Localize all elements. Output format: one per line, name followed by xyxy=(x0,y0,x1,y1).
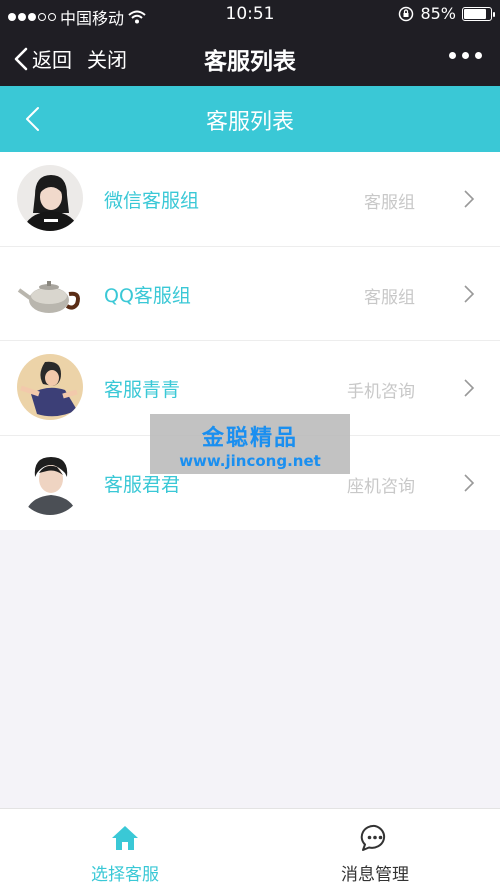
app-header: 客服列表 xyxy=(0,86,500,152)
chevron-right-icon xyxy=(464,473,475,492)
avatar xyxy=(17,448,83,515)
tab-select-service[interactable]: 选择客服 xyxy=(0,809,250,890)
list-item[interactable]: 微信客服组 客服组 xyxy=(0,152,500,247)
tab-message-management[interactable]: 消息管理 xyxy=(250,809,500,890)
status-right: 85% xyxy=(398,4,495,23)
rotation-lock-icon xyxy=(399,6,414,21)
service-name: 微信客服组 xyxy=(104,190,200,212)
wechat-nav-bar: 返回 关闭 客服列表 xyxy=(0,30,500,86)
service-name: QQ客服组 xyxy=(104,284,191,307)
more-menu-icon[interactable] xyxy=(449,52,482,59)
status-bar: 中国移动 10:51 85% xyxy=(0,0,500,30)
avatar xyxy=(17,165,83,231)
tab-label: 消息管理 xyxy=(341,865,409,885)
service-tag: 客服组 xyxy=(364,193,415,213)
service-name: 客服青青 xyxy=(104,379,181,401)
header-back-icon[interactable] xyxy=(18,104,48,134)
avatar xyxy=(17,259,83,326)
chevron-left-icon xyxy=(14,47,28,70)
battery-fill xyxy=(464,8,487,19)
back-button[interactable]: 返回 xyxy=(14,44,72,73)
battery-icon xyxy=(462,6,495,21)
watermark-title: 金聪精品 xyxy=(201,426,298,451)
service-tag: 客服组 xyxy=(364,287,415,308)
chevron-right-icon xyxy=(464,379,475,397)
home-icon xyxy=(112,826,138,850)
service-tag: 座机咨询 xyxy=(347,476,415,497)
battery-percent: 85% xyxy=(420,4,456,23)
header-title: 客服列表 xyxy=(205,110,294,135)
chevron-right-icon xyxy=(464,284,475,303)
chat-bubble-icon xyxy=(360,824,386,851)
avatar xyxy=(17,354,83,420)
tab-bar: 选择客服 消息管理 xyxy=(0,808,500,890)
watermark-url: www.jincong.net xyxy=(179,452,321,470)
list-item[interactable]: QQ客服组 客服组 xyxy=(0,247,500,341)
service-tag: 手机咨询 xyxy=(347,382,415,402)
watermark: 金聪精品 www.jincong.net xyxy=(150,414,350,474)
page-title: 客服列表 xyxy=(204,49,296,75)
tab-label: 选择客服 xyxy=(91,865,159,885)
close-button[interactable]: 关闭 xyxy=(87,44,127,73)
chevron-right-icon xyxy=(464,190,475,208)
back-label: 返回 xyxy=(32,48,72,72)
